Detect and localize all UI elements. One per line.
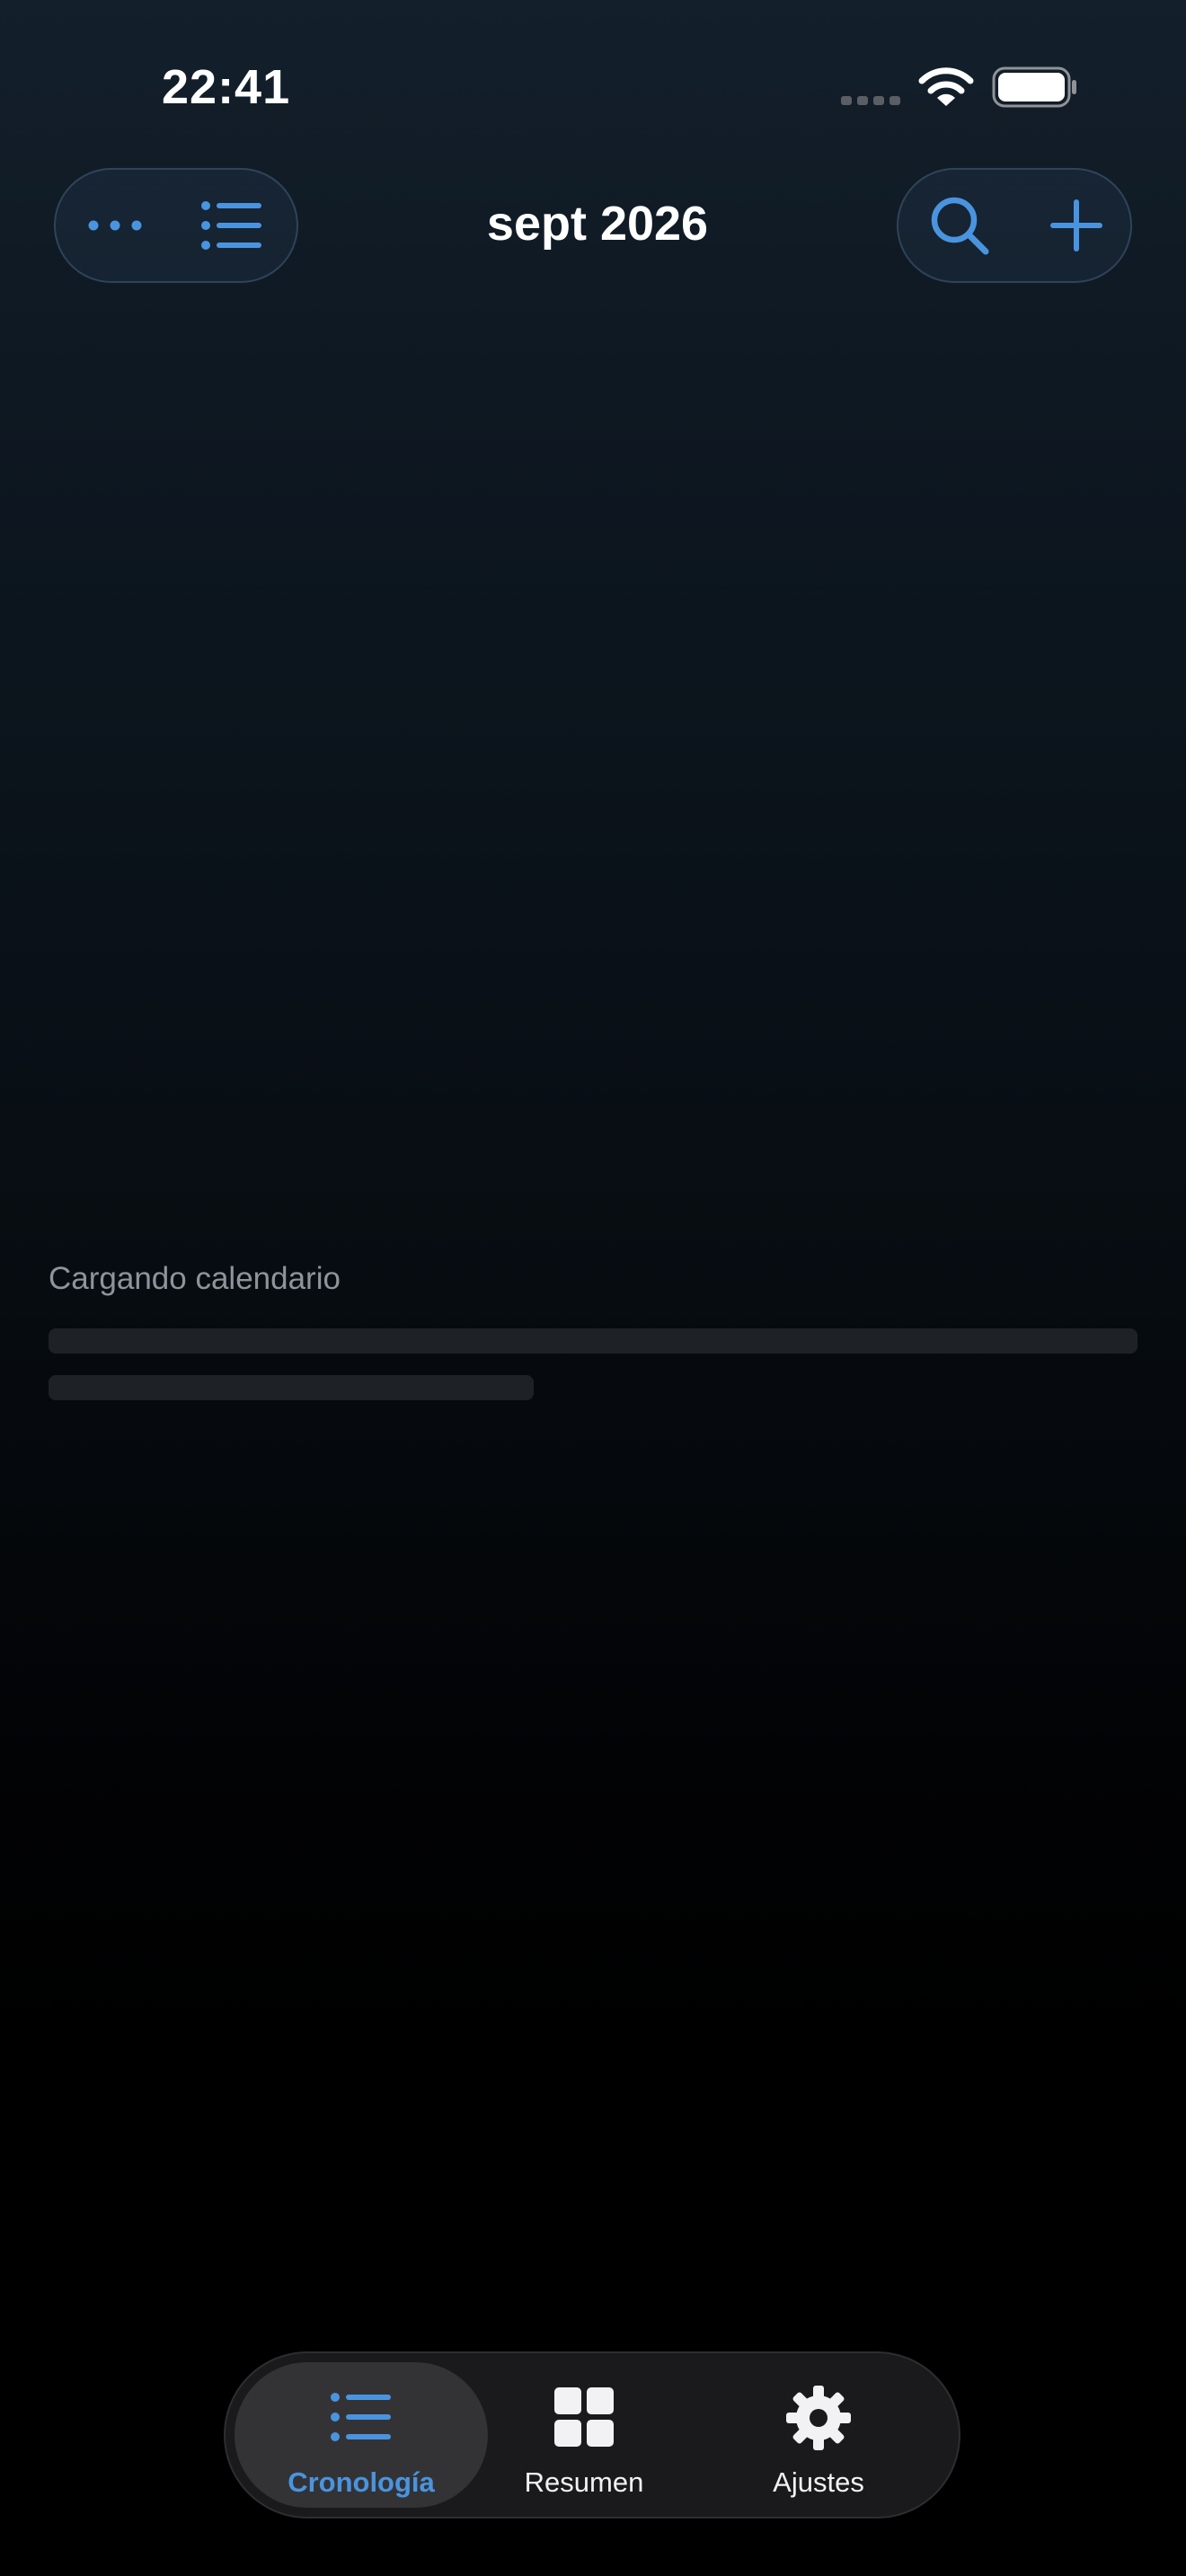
tab-label: Resumen (524, 2466, 644, 2498)
header-right-controls (897, 168, 1132, 283)
tab-timeline[interactable]: Cronología (235, 2362, 488, 2508)
battery-icon (992, 66, 1076, 108)
add-button[interactable] (1021, 170, 1132, 281)
status-time: 22:41 (162, 60, 291, 114)
status-bar: 22:41 (0, 0, 1186, 171)
list-view-button[interactable] (176, 170, 288, 281)
search-button[interactable] (904, 170, 1015, 281)
skeleton-line (49, 1328, 1137, 1354)
tab-summary[interactable]: Resumen (467, 2362, 701, 2508)
more-button[interactable] (59, 170, 171, 281)
list-icon (201, 201, 261, 250)
tab-settings[interactable]: Ajustes (702, 2362, 935, 2508)
tab-bar: Cronología Resumen Ajustes (224, 2351, 960, 2519)
ellipsis-icon (88, 220, 142, 231)
grid-icon (554, 2387, 614, 2447)
page-title[interactable]: sept 2026 (359, 196, 836, 251)
search-icon (931, 197, 989, 255)
skeleton-line (49, 1375, 534, 1400)
header-left-controls (54, 168, 298, 283)
wifi-icon (918, 67, 974, 106)
loading-label: Cargando calendario (49, 1261, 341, 1296)
gear-icon (786, 2386, 851, 2450)
tab-label: Ajustes (773, 2466, 864, 2498)
list-icon (331, 2393, 391, 2441)
cellular-signal-icon (841, 96, 900, 105)
tab-label: Cronología (288, 2466, 435, 2498)
plus-icon (1050, 199, 1102, 251)
